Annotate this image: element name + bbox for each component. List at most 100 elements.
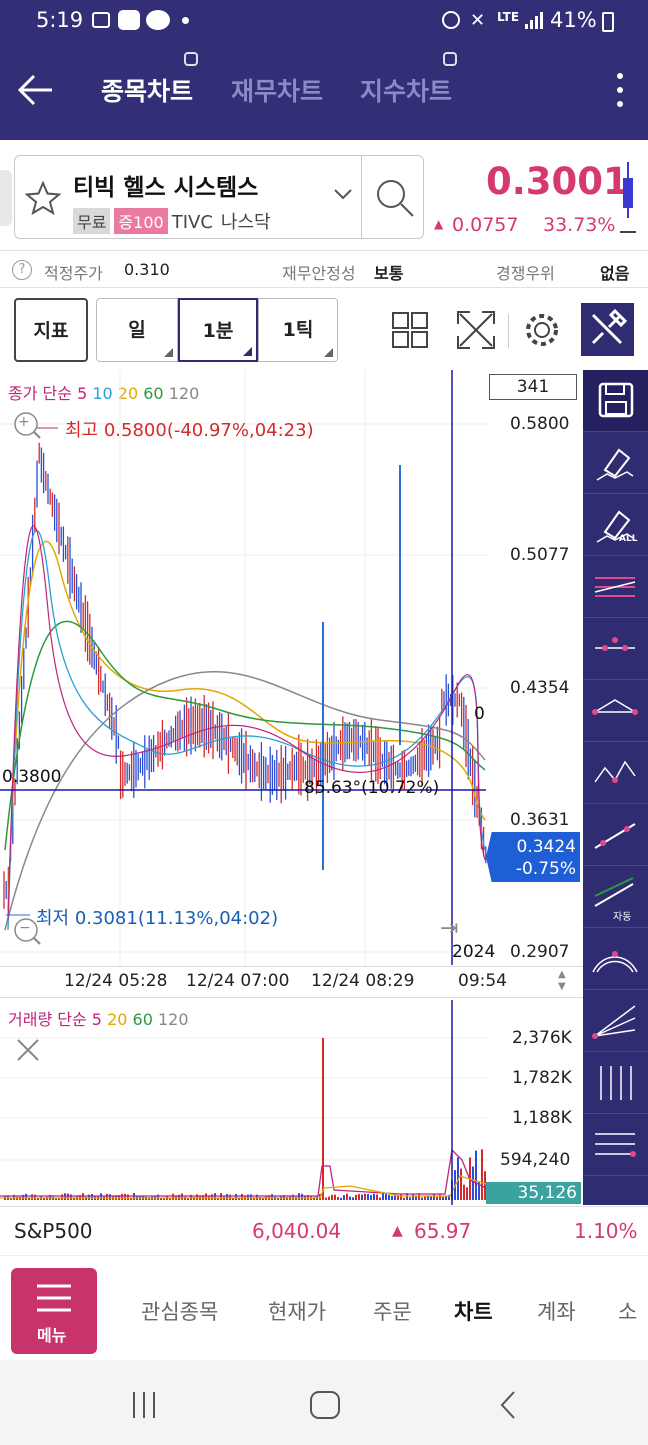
- menu-chart[interactable]: 차트: [454, 1296, 493, 1326]
- zero-label: 0: [474, 704, 485, 724]
- menu-order[interactable]: 주문: [373, 1296, 412, 1326]
- tool-eraser-all[interactable]: ALL: [583, 494, 648, 556]
- stability-label: 재무안정성: [282, 264, 356, 283]
- tool-vertical-lines[interactable]: [583, 1052, 648, 1114]
- y-label-0: 0.5800: [510, 414, 570, 434]
- gallery-icon: [92, 12, 110, 28]
- help-icon[interactable]: ?: [12, 260, 32, 280]
- period-tick-label: 1틱: [282, 319, 314, 341]
- search-icon[interactable]: [373, 176, 417, 220]
- vol-y-label-0: 2,376K: [512, 1028, 572, 1048]
- wallet-icon: [118, 10, 140, 30]
- competition-value: 없음: [600, 264, 630, 283]
- year-label: 2024: [452, 942, 496, 962]
- tools-icon: [591, 308, 628, 345]
- zoom-out-icon[interactable]: −: [19, 920, 31, 936]
- index-value: 6,040.04: [252, 1219, 342, 1243]
- zigzag-icon: [583, 742, 648, 808]
- arc-icon: [583, 928, 648, 994]
- index-ticker-row[interactable]: S&P500 6,040.04 ▲ 65.97 1.10%: [0, 1206, 648, 1254]
- period-minute-button[interactable]: 1분: [178, 298, 258, 362]
- price-change: 0.0757: [452, 214, 519, 236]
- stock-selector[interactable]: 티빅 헬스 시스템스 무료 증100 TIVC 나스닥: [14, 155, 424, 239]
- fair-price-value: 0.310: [124, 260, 170, 279]
- drawing-toolbar: ALL 자동: [583, 370, 648, 1205]
- menu-account[interactable]: 계좌: [537, 1296, 576, 1326]
- save-icon: [583, 370, 648, 436]
- zoom-in-icon[interactable]: +: [18, 414, 30, 430]
- tool-all-label: ALL: [619, 534, 638, 544]
- eraser-all-icon: [583, 494, 648, 560]
- index-pct: 1.10%: [574, 1219, 638, 1243]
- tool-hcl-lines[interactable]: [583, 556, 648, 618]
- hamburger-icon: [37, 1284, 71, 1312]
- network-type: LTE: [497, 10, 520, 24]
- mute-icon: ✕: [470, 10, 486, 31]
- tool-zigzag[interactable]: [583, 742, 648, 804]
- layout-grid-icon[interactable]: [392, 312, 428, 348]
- tool-fan[interactable]: [583, 990, 648, 1052]
- indicator-button[interactable]: 지표: [14, 298, 88, 362]
- scroll-end-icon[interactable]: ⇥: [440, 916, 458, 941]
- period-day-button[interactable]: 일: [96, 298, 178, 362]
- hcl-lines-icon: [583, 556, 648, 622]
- tool-point-line[interactable]: [583, 618, 648, 680]
- more-options-icon[interactable]: [610, 70, 630, 110]
- period-tick-button[interactable]: 1틱: [258, 298, 338, 362]
- settings-gear-icon[interactable]: [522, 310, 562, 350]
- status-time: 5:19: [36, 8, 84, 32]
- tool-save[interactable]: [583, 370, 648, 432]
- chevron-down-icon[interactable]: [333, 188, 353, 202]
- kakaotalk-icon: [146, 10, 170, 30]
- period-minute-label: 1분: [202, 320, 234, 342]
- home-icon[interactable]: [308, 1390, 342, 1420]
- index-change: 65.97: [414, 1219, 472, 1243]
- menu-current-price[interactable]: 현재가: [268, 1296, 326, 1326]
- fair-price-label: 적정주가: [44, 264, 103, 283]
- tab-stock-chart[interactable]: 종목차트: [101, 72, 193, 108]
- menu-more[interactable]: 소: [618, 1296, 637, 1326]
- stock-info-row: ? 적정주가 0.310 재무안정성 보통 경쟁우위 없음: [0, 250, 648, 288]
- eraser-icon: [583, 432, 648, 498]
- menu-watchlist[interactable]: 관심종목: [141, 1296, 218, 1326]
- vertical-lines-icon: [583, 1052, 648, 1118]
- menu-label: 메뉴: [37, 1326, 67, 1345]
- tool-triangle-line[interactable]: [583, 680, 648, 742]
- tool-arc[interactable]: [583, 928, 648, 990]
- current-price-tag: 0.3424 -0.75%: [486, 832, 580, 882]
- y-label-2: 0.4354: [510, 678, 570, 698]
- y-label-3: 0.3631: [510, 810, 570, 830]
- period-day-label: 일: [128, 319, 146, 341]
- competition-label: 경쟁우위: [496, 264, 555, 283]
- side-handle[interactable]: [0, 170, 12, 226]
- tool-auto-trend[interactable]: 자동: [583, 866, 648, 928]
- price-change-pct: 33.73%: [543, 214, 616, 236]
- tool-eraser[interactable]: [583, 432, 648, 494]
- back-icon[interactable]: [496, 1390, 520, 1420]
- alarm-icon: [442, 11, 460, 29]
- current-price-value: 0.3424: [516, 837, 576, 857]
- star-icon[interactable]: [25, 180, 61, 216]
- drawing-tools-button[interactable]: [581, 303, 634, 356]
- price-chart[interactable]: 종가 단순 5 10 20 60 120 341 + − 최고 0.5800(-…: [0, 370, 583, 970]
- back-arrow-icon[interactable]: [16, 72, 56, 108]
- y-label-4: 0.2907: [510, 942, 570, 962]
- tab-badge-icon: [184, 52, 198, 66]
- vol-y-label-3: 594,240: [500, 1150, 571, 1170]
- free-badge: 무료: [73, 208, 111, 234]
- fullscreen-icon[interactable]: [456, 310, 496, 350]
- tool-auto-label: 자동: [613, 912, 632, 923]
- recent-apps-icon[interactable]: [128, 1390, 160, 1420]
- margin-badge: 증100: [114, 208, 168, 234]
- vol-y-label-2: 1,188K: [512, 1108, 572, 1128]
- resize-handle-icon[interactable]: ▲ ▼: [558, 969, 566, 993]
- tool-horizontal-lines[interactable]: [583, 1114, 648, 1176]
- tool-trend-line[interactable]: [583, 804, 648, 866]
- stock-name: 티빅 헬스 시스템스: [73, 175, 259, 201]
- tab-financial-chart[interactable]: 재무차트: [231, 72, 323, 108]
- system-nav-bar: [0, 1360, 648, 1445]
- menu-button[interactable]: 메뉴: [11, 1268, 97, 1354]
- tab-index-chart[interactable]: 지수차트: [360, 72, 452, 108]
- volume-chart[interactable]: 거래량 단순 5 20 60 120 2,376K 1,782K 1,188K …: [0, 1000, 583, 1205]
- high-label: 최고 0.5800(-40.97%,04:23): [65, 420, 314, 441]
